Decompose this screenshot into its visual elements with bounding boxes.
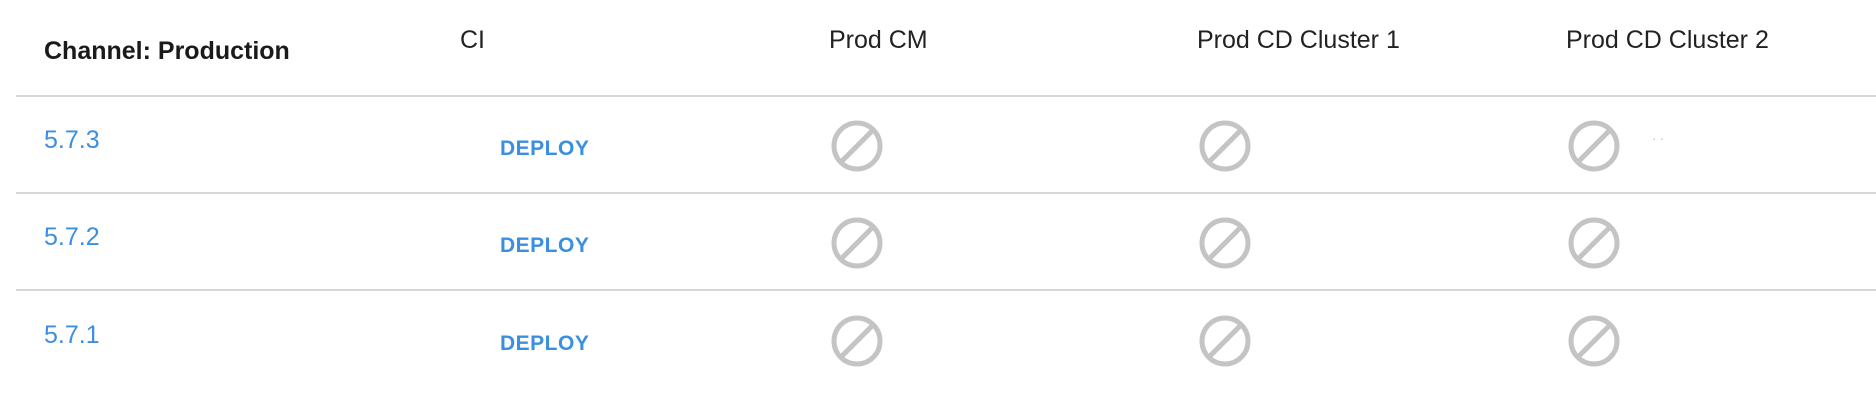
deployment-grid: Channel: Production CI Prod CM Prod CD C… — [16, 0, 1876, 388]
header-row: Channel: Production CI Prod CM Prod CD C… — [16, 0, 1876, 97]
column-header-label: Prod CD Cluster 2 — [1566, 26, 1769, 54]
blocked-icon — [1568, 217, 1620, 268]
column-header-label: Prod CD Cluster 1 — [1197, 26, 1400, 54]
deploy-button[interactable]: DEPLOY — [490, 131, 599, 167]
blocked-icon — [1568, 315, 1620, 366]
table-row: 5.7.3 DEPLOY ·· — [16, 97, 1876, 194]
column-header-ci: CI — [460, 0, 485, 95]
faint-dots: ·· — [1652, 129, 1668, 146]
blocked-icon — [831, 315, 883, 366]
version-link[interactable]: 5.7.2 — [44, 223, 100, 252]
channel-header: Channel: Production — [44, 0, 290, 95]
blocked-icon — [1568, 120, 1620, 171]
deploy-button[interactable]: DEPLOY — [490, 326, 599, 362]
table-row: 5.7.2 DEPLOY — [16, 194, 1876, 291]
blocked-icon — [1199, 120, 1251, 171]
version-link[interactable]: 5.7.1 — [44, 321, 100, 350]
column-header-prod-cd-cluster-1: Prod CD Cluster 1 — [1197, 0, 1400, 95]
table-row: 5.7.1 DEPLOY — [16, 291, 1876, 388]
column-header-label: Prod CM — [829, 26, 928, 54]
channel-label: Channel: Production — [44, 37, 290, 65]
column-header-label: CI — [460, 26, 485, 54]
deploy-button[interactable]: DEPLOY — [490, 228, 599, 264]
blocked-icon — [1199, 315, 1251, 366]
version-link[interactable]: 5.7.3 — [44, 126, 100, 155]
blocked-icon — [1199, 217, 1251, 268]
blocked-icon — [831, 217, 883, 268]
column-header-prod-cd-cluster-2: Prod CD Cluster 2 — [1566, 0, 1769, 95]
blocked-icon — [831, 120, 883, 171]
column-header-prod-cm: Prod CM — [829, 0, 928, 95]
